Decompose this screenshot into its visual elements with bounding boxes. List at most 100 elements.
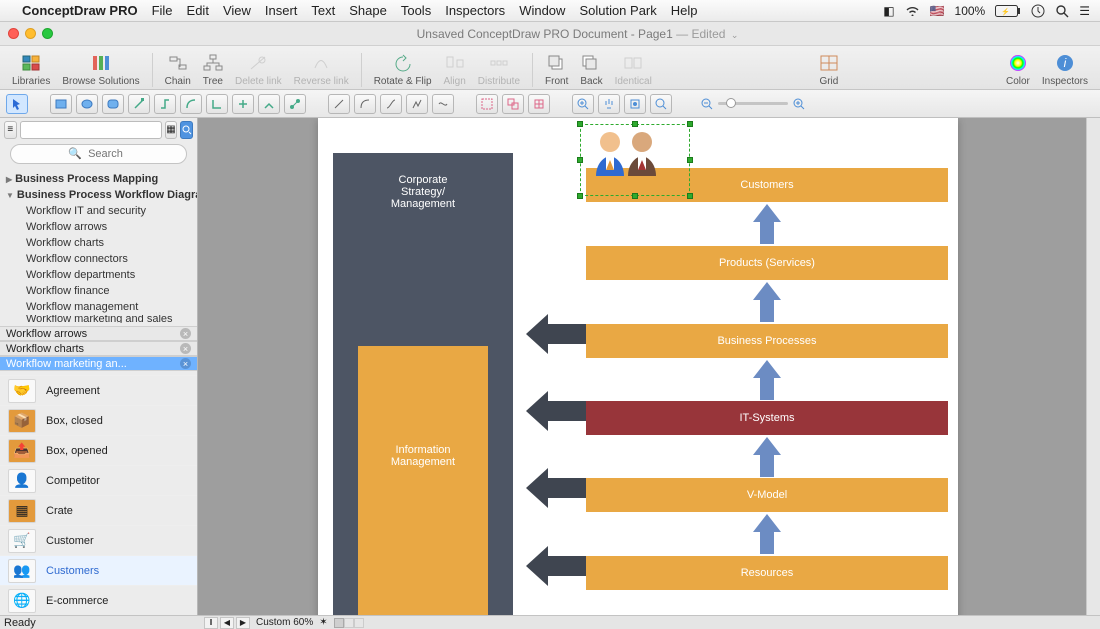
connector7-tool[interactable]: [284, 94, 306, 114]
menu-file[interactable]: File: [152, 3, 173, 18]
shape-item[interactable]: 🌐E-commerce: [0, 585, 197, 615]
title-dropdown-icon[interactable]: ⌄: [731, 30, 739, 40]
tree-subitem[interactable]: Workflow marketing and sales: [0, 315, 197, 323]
canvas-area[interactable]: CorporateStrategy/Management Information…: [198, 118, 1100, 615]
page-thumb[interactable]: [334, 618, 344, 628]
menu-window[interactable]: Window: [519, 3, 565, 18]
add-page-button[interactable]: ✶: [319, 617, 327, 628]
menu-text[interactable]: Text: [311, 3, 335, 18]
menu-edit[interactable]: Edit: [187, 3, 209, 18]
library-filter-input[interactable]: [20, 121, 162, 139]
zoom-in-tool[interactable]: [572, 94, 594, 114]
close-button[interactable]: [8, 28, 19, 39]
flag-icon[interactable]: 🇺🇸: [930, 4, 945, 18]
page-pause-button[interactable]: ‖: [204, 617, 218, 629]
menu-tools[interactable]: Tools: [401, 3, 431, 18]
page-thumb[interactable]: [344, 618, 354, 628]
close-icon[interactable]: ×: [180, 343, 191, 354]
fit-tool[interactable]: [624, 94, 646, 114]
connector6-tool[interactable]: [258, 94, 280, 114]
connector2-tool[interactable]: [154, 94, 176, 114]
arc-tool[interactable]: [354, 94, 376, 114]
zoom-reset-tool[interactable]: [650, 94, 672, 114]
shape-item[interactable]: 👤Competitor: [0, 465, 197, 495]
ellipse-tool[interactable]: [76, 94, 98, 114]
menu-solutionpark[interactable]: Solution Park: [579, 3, 656, 18]
close-icon[interactable]: ×: [180, 328, 191, 339]
menu-insert[interactable]: Insert: [265, 3, 298, 18]
tree-button[interactable]: Tree: [203, 52, 223, 87]
spotlight-icon[interactable]: [1055, 4, 1069, 18]
rotate-flip-button[interactable]: Rotate & Flip: [374, 52, 432, 87]
line-tool[interactable]: [328, 94, 350, 114]
minimize-button[interactable]: [25, 28, 36, 39]
zoom-in-icon[interactable]: [792, 97, 806, 111]
menu-help[interactable]: Help: [671, 3, 698, 18]
tree-subitem[interactable]: Workflow connectors: [0, 251, 197, 267]
curve-tool[interactable]: [380, 94, 402, 114]
shape-item[interactable]: 📦Box, closed: [0, 405, 197, 435]
shape-item[interactable]: 📤Box, opened: [0, 435, 197, 465]
search-input[interactable]: [10, 144, 187, 164]
vertical-scrollbar[interactable]: [1086, 118, 1100, 615]
library-menu-button[interactable]: ≡: [4, 121, 17, 139]
rect-tool[interactable]: [50, 94, 72, 114]
connector3-tool[interactable]: [180, 94, 202, 114]
group-tool[interactable]: [476, 94, 498, 114]
chain-button[interactable]: Chain: [165, 52, 191, 87]
zoom-label[interactable]: Custom 60%: [256, 617, 313, 628]
back-button[interactable]: Back: [580, 52, 602, 87]
libraries-button[interactable]: Libraries: [12, 52, 50, 87]
selection-handles[interactable]: [580, 124, 690, 196]
pan-tool[interactable]: [598, 94, 620, 114]
tree-subitem[interactable]: Workflow management: [0, 299, 197, 315]
browse-solutions-button[interactable]: Browse Solutions: [62, 52, 139, 87]
clock-icon[interactable]: [1031, 4, 1045, 18]
open-library-row[interactable]: Workflow marketing an...×: [0, 356, 197, 371]
menu-view[interactable]: View: [223, 3, 251, 18]
search-libraries-button[interactable]: [180, 121, 193, 139]
notifications-icon[interactable]: ☰: [1079, 4, 1090, 18]
menu-inspectors[interactable]: Inspectors: [445, 3, 505, 18]
shape-item[interactable]: ▦Crate: [0, 495, 197, 525]
tree-item[interactable]: ▶Business Process Mapping: [0, 171, 197, 187]
shape-item[interactable]: 🛒Customer: [0, 525, 197, 555]
inspectors-button[interactable]: i Inspectors: [1042, 52, 1088, 87]
front-button[interactable]: Front: [545, 52, 568, 87]
page-canvas[interactable]: CorporateStrategy/Management Information…: [318, 118, 958, 615]
open-library-row[interactable]: Workflow charts×: [0, 341, 197, 356]
shape-item[interactable]: 👥Customers: [0, 555, 197, 585]
zoom-slider[interactable]: [700, 97, 806, 111]
tree-subitem[interactable]: Workflow arrows: [0, 219, 197, 235]
page-thumb[interactable]: [354, 618, 364, 628]
spline-tool[interactable]: [432, 94, 454, 114]
page-prev-button[interactable]: ◀: [220, 617, 234, 629]
connector5-tool[interactable]: [232, 94, 254, 114]
connector1-tool[interactable]: [128, 94, 150, 114]
grid-view-button[interactable]: ▦: [165, 121, 178, 139]
wifi-icon[interactable]: [905, 5, 920, 16]
color-button[interactable]: Color: [1006, 52, 1030, 87]
shape-item[interactable]: 🤝Agreement: [0, 375, 197, 405]
tree-subitem[interactable]: Workflow departments: [0, 267, 197, 283]
connector4-tool[interactable]: [206, 94, 228, 114]
roundrect-tool[interactable]: [102, 94, 124, 114]
select-tool[interactable]: [6, 94, 28, 114]
menu-shape[interactable]: Shape: [349, 3, 387, 18]
battery-icon[interactable]: ⚡: [995, 5, 1021, 17]
page-next-button[interactable]: ▶: [236, 617, 250, 629]
siri-icon[interactable]: ◧: [883, 4, 894, 18]
close-icon[interactable]: ×: [180, 358, 191, 369]
open-library-row[interactable]: Workflow arrows×: [0, 326, 197, 341]
zoom-button[interactable]: [42, 28, 53, 39]
tree-subitem[interactable]: Workflow finance: [0, 283, 197, 299]
group2-tool[interactable]: [502, 94, 524, 114]
tree-subitem[interactable]: Workflow IT and security: [0, 203, 197, 219]
tree-subitem[interactable]: Workflow charts: [0, 235, 197, 251]
zoom-out-icon[interactable]: [700, 97, 714, 111]
group3-tool[interactable]: [528, 94, 550, 114]
polyline-tool[interactable]: [406, 94, 428, 114]
grid-button[interactable]: Grid: [819, 52, 839, 87]
app-name[interactable]: ConceptDraw PRO: [22, 3, 138, 18]
tree-item[interactable]: ▼Business Process Workflow Diagrams: [0, 187, 197, 203]
